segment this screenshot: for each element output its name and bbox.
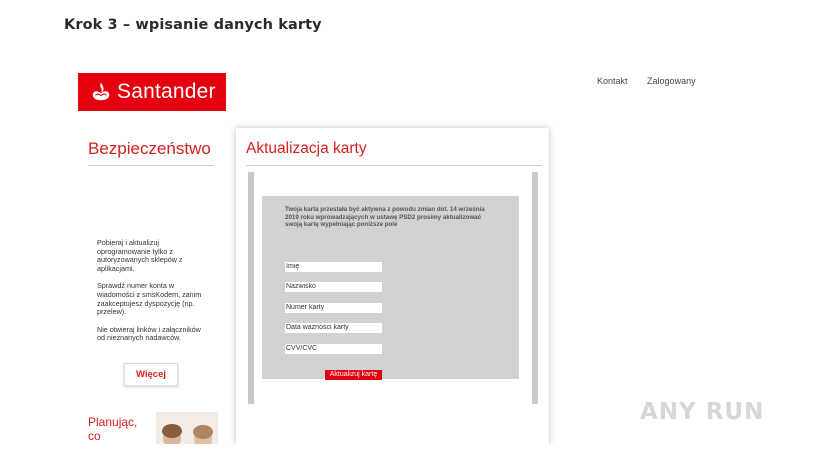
- anyrun-watermark: ANY RUN: [640, 399, 764, 425]
- promo-text[interactable]: Planując, co: [88, 415, 137, 443]
- form-frame-inner: Twoja karta przestała być aktywna z powo…: [254, 172, 532, 404]
- card-title: Aktualizacja karty: [246, 140, 367, 157]
- card-update-panel: Aktualizacja karty Twoja karta przestała…: [236, 128, 549, 444]
- tip-item: Nie otwieraj linków i załączników od nie…: [97, 324, 201, 343]
- nav-logged-in-link[interactable]: Zalogowany: [647, 76, 696, 86]
- card-number-field[interactable]: [285, 303, 382, 313]
- promo-image[interactable]: [156, 412, 218, 444]
- security-tips: Pobieraj i aktualizuj oprogramowanie tyl…: [97, 238, 209, 352]
- update-card-button[interactable]: Aktualizuj kartę: [325, 370, 382, 380]
- people-photo: [156, 412, 218, 444]
- flame-icon: [92, 82, 110, 101]
- warning-message: Twoja karta przestała być aktywna z powo…: [285, 206, 485, 229]
- first-name-field[interactable]: [285, 262, 382, 272]
- form-frame: Twoja karta przestała być aktywna z powo…: [248, 172, 538, 404]
- watermark-text: ANY RUN: [640, 399, 765, 425]
- sidebar-divider: [88, 165, 214, 166]
- promo-line: Planując,: [88, 415, 138, 429]
- expiry-date-field[interactable]: [285, 323, 382, 333]
- santander-logo[interactable]: Santander: [78, 73, 226, 111]
- browser-screenshot: Santander Kontakt Zalogowany Bezpieczeńs…: [78, 66, 840, 444]
- step-heading: Krok 3 – wpisanie danych karty: [64, 17, 322, 33]
- tip-item: Pobieraj i aktualizuj oprogramowanie tyl…: [97, 238, 183, 273]
- promo-line: co: [88, 429, 101, 443]
- nav-contact-link[interactable]: Kontakt: [597, 76, 628, 86]
- tip-item: Sprawdź numer konta w wiadomości z smsKo…: [97, 281, 202, 317]
- sidebar-title: Bezpieczeństwo: [88, 139, 211, 158]
- more-button[interactable]: Więcej: [124, 363, 178, 386]
- top-nav: Kontakt Zalogowany: [597, 76, 713, 86]
- surname-field[interactable]: [285, 282, 382, 292]
- brand-name: Santander: [117, 80, 216, 103]
- card-form: Twoja karta przestała być aktywna z powo…: [262, 196, 519, 380]
- card-divider: [246, 165, 542, 166]
- cvv-field[interactable]: [285, 344, 382, 354]
